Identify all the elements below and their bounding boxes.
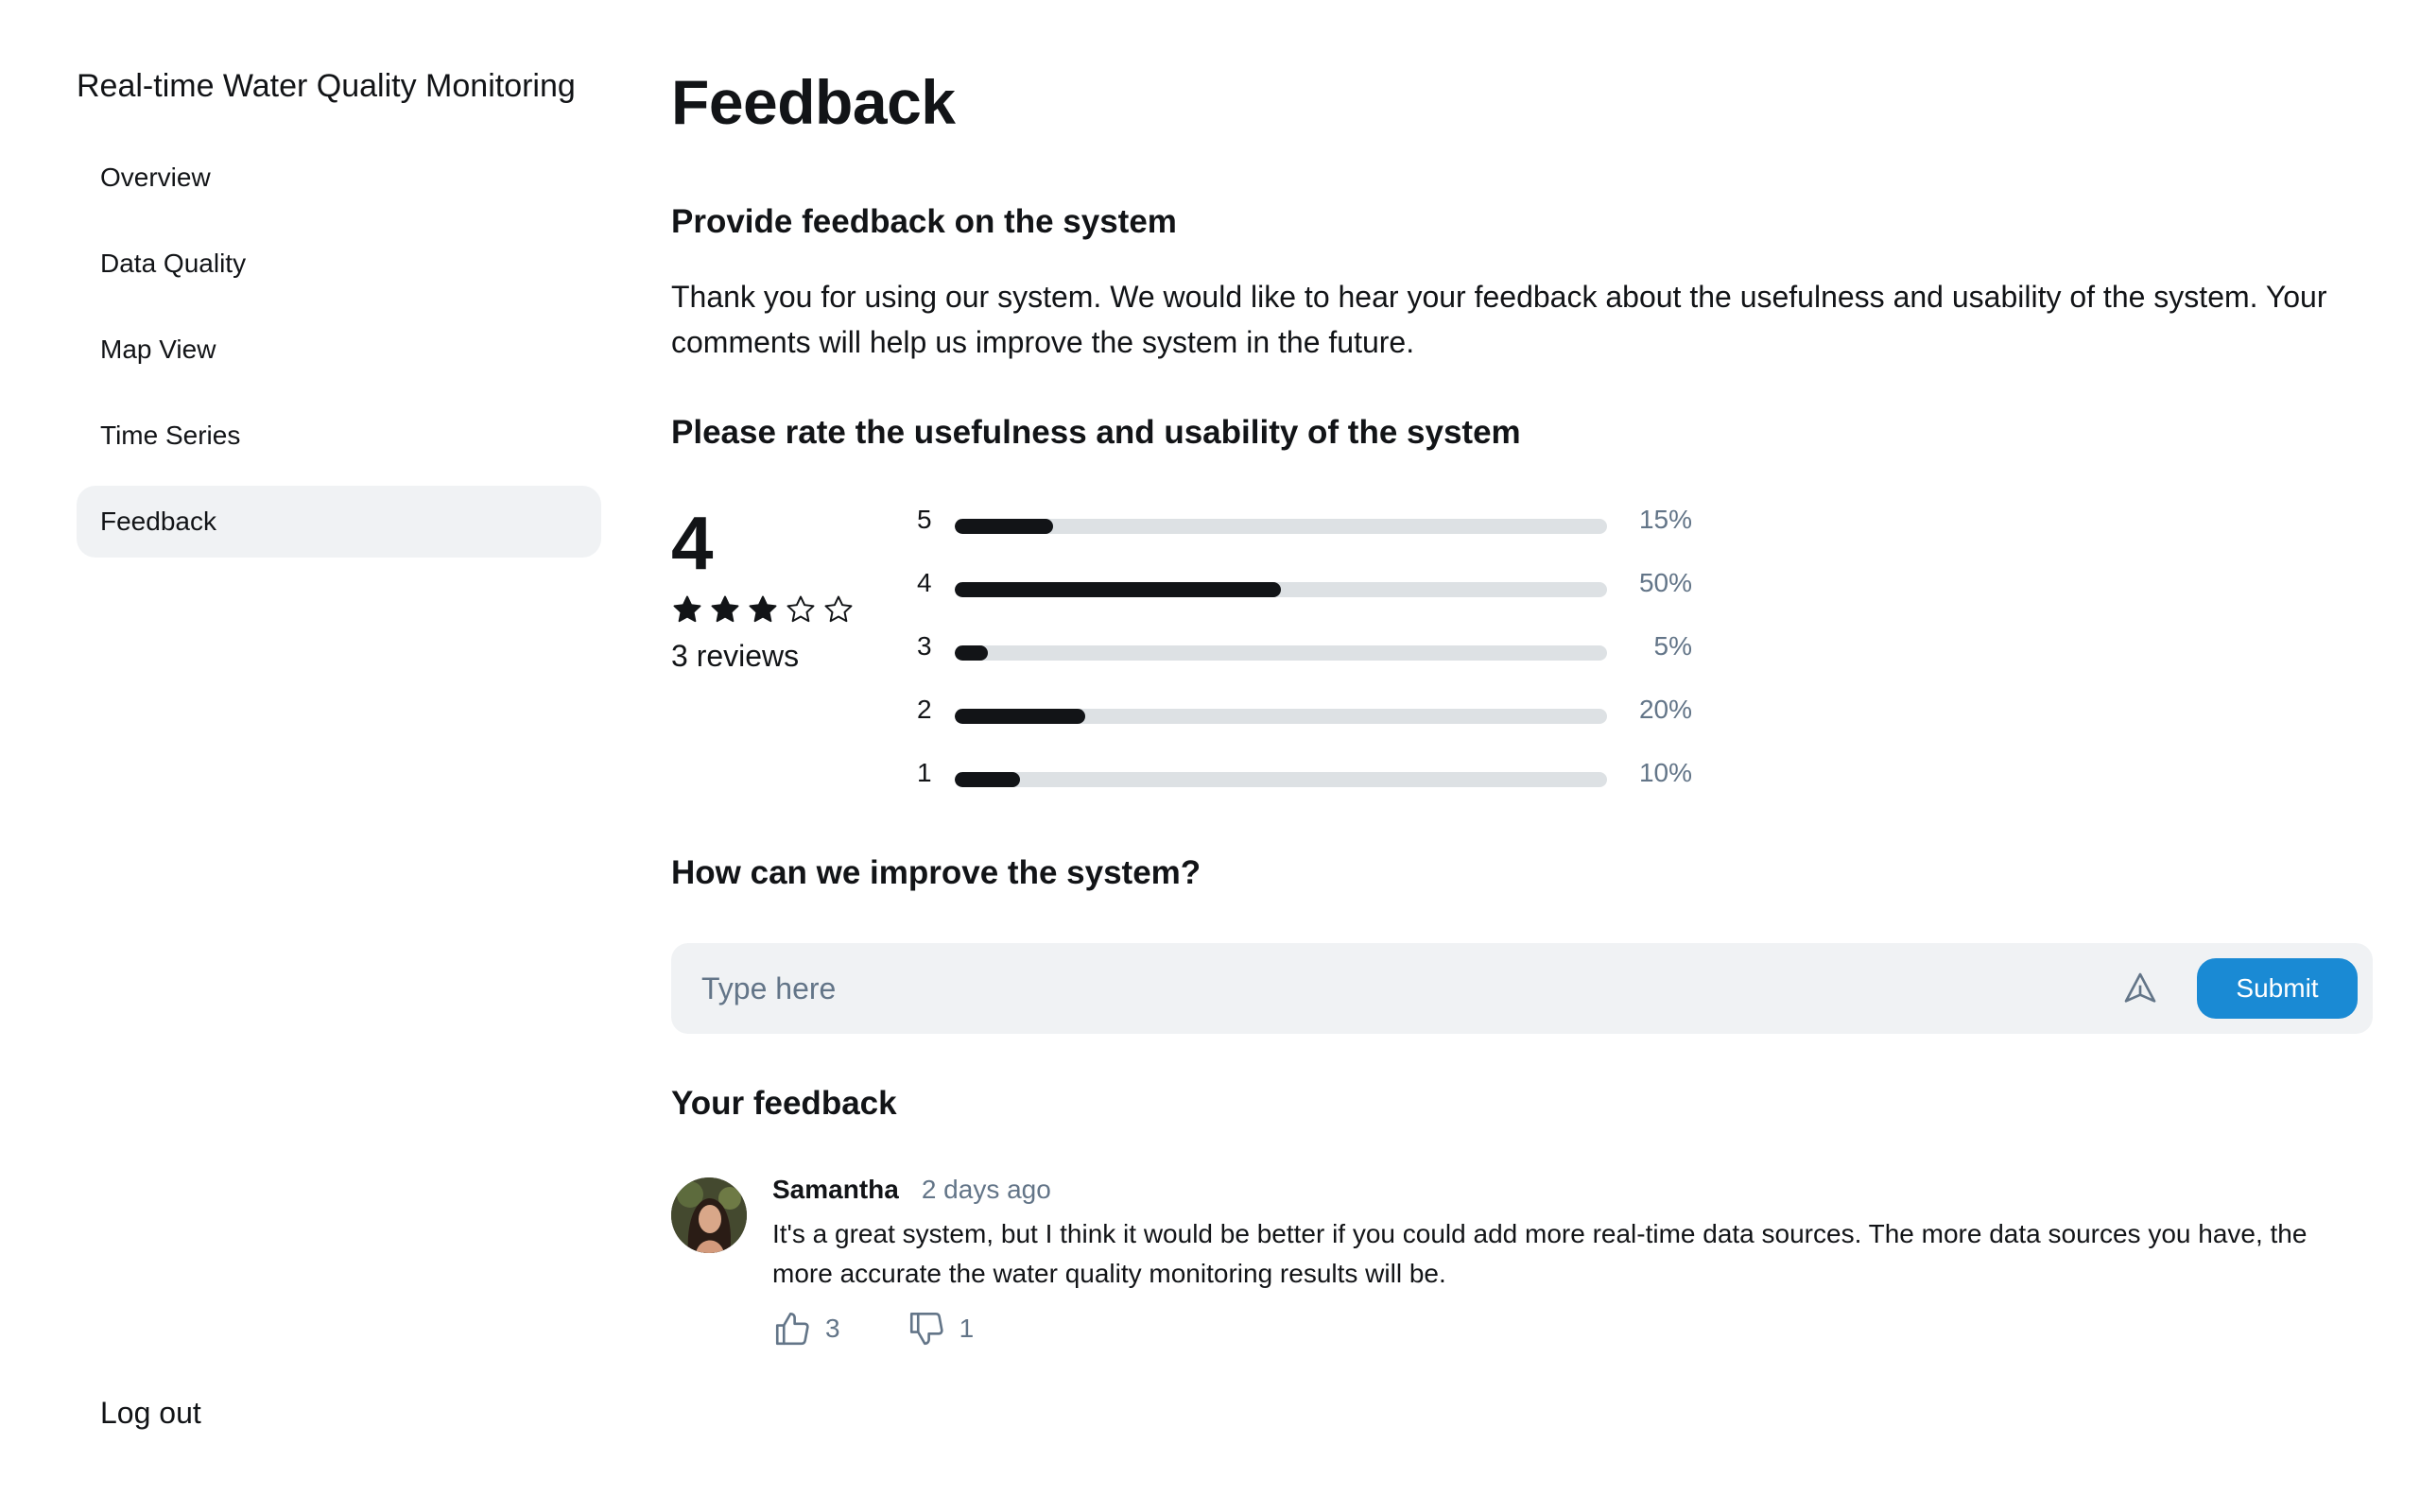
star-filled-icon bbox=[749, 595, 777, 623]
rating-bar-track bbox=[955, 772, 1607, 787]
rating-row: 1 10% bbox=[917, 754, 1692, 817]
rating-row-label: 5 bbox=[917, 505, 932, 534]
comment-text: It's a great system, but I think it woul… bbox=[772, 1219, 2308, 1288]
avatar bbox=[671, 1177, 747, 1253]
comment-timestamp: 2 days ago bbox=[921, 1175, 1051, 1204]
rating-row-label: 1 bbox=[917, 758, 932, 787]
star-filled-icon bbox=[673, 595, 701, 623]
rating-row-percent: 50% bbox=[1638, 568, 1692, 597]
star-outline-icon bbox=[824, 595, 853, 623]
improve-heading: How can we improve the system? bbox=[671, 854, 1201, 891]
comment-author: Samantha bbox=[772, 1175, 899, 1204]
rating-row: 4 50% bbox=[917, 564, 1692, 627]
sidebar-item-feedback[interactable]: Feedback bbox=[77, 486, 601, 558]
comment-header: Samantha 2 days ago bbox=[772, 1175, 2373, 1212]
like-count: 3 bbox=[825, 1314, 840, 1343]
app-title: Real-time Water Quality Monitoring bbox=[77, 68, 576, 104]
rate-heading: Please rate the usefulness and usability… bbox=[671, 414, 1521, 451]
dislike-button[interactable]: 1 bbox=[907, 1309, 975, 1349]
intro-text: Thank you for using our system. We would… bbox=[671, 280, 2327, 359]
feedback-input-container: Submit bbox=[671, 943, 2373, 1034]
rating-row-percent: 15% bbox=[1638, 505, 1692, 534]
rating-breakdown: 5 15% 4 50% 3 5% 2 20% 1 10% bbox=[917, 501, 1692, 817]
rating-row-percent: 5% bbox=[1653, 631, 1692, 661]
sidebar-item-map-view[interactable]: Map View bbox=[77, 314, 601, 386]
rating-row-percent: 10% bbox=[1638, 758, 1692, 787]
star-rating bbox=[671, 593, 898, 626]
logout-link[interactable]: Log out bbox=[100, 1396, 201, 1431]
rating-summary: 4 3 reviews bbox=[671, 501, 898, 674]
rating-bar-track bbox=[955, 645, 1607, 661]
rating-bar-track bbox=[955, 519, 1607, 534]
sidebar-nav: Overview Data Quality Map View Time Seri… bbox=[77, 142, 601, 572]
rating-bar-fill bbox=[955, 582, 1281, 597]
comment-reactions: 3 1 bbox=[772, 1309, 2373, 1349]
rating-row-percent: 20% bbox=[1638, 695, 1692, 724]
average-rating: 4 bbox=[671, 501, 714, 585]
rating-row-label: 3 bbox=[917, 631, 932, 661]
thumbs-up-icon bbox=[775, 1312, 809, 1346]
rating-row-label: 2 bbox=[917, 695, 932, 724]
reviews-count: 3 reviews bbox=[671, 639, 800, 673]
provide-feedback-heading: Provide feedback on the system bbox=[671, 203, 1177, 240]
rating-bar-fill bbox=[955, 709, 1085, 724]
comment-body: Samantha 2 days ago It's a great system,… bbox=[772, 1175, 2373, 1349]
rating-row-label: 4 bbox=[917, 568, 932, 597]
rating-row: 3 5% bbox=[917, 627, 1692, 691]
your-feedback-heading: Your feedback bbox=[671, 1085, 897, 1122]
rating-row: 2 20% bbox=[917, 691, 1692, 754]
sidebar-item-time-series[interactable]: Time Series bbox=[77, 400, 601, 472]
rating-bar-fill bbox=[955, 772, 1020, 787]
rating-bar-fill bbox=[955, 645, 988, 661]
like-button[interactable]: 3 bbox=[772, 1309, 840, 1349]
rating-bar-track bbox=[955, 709, 1607, 724]
sidebar-item-overview[interactable]: Overview bbox=[77, 142, 601, 214]
page-title: Feedback bbox=[671, 67, 956, 137]
rating-bar-fill bbox=[955, 519, 1053, 534]
submit-button[interactable]: Submit bbox=[2197, 958, 2358, 1019]
send-icon[interactable] bbox=[2119, 968, 2161, 1009]
star-outline-icon bbox=[786, 595, 815, 623]
rating-row: 5 15% bbox=[917, 501, 1692, 564]
star-filled-icon bbox=[711, 595, 739, 623]
rating-bar-track bbox=[955, 582, 1607, 597]
dislike-count: 1 bbox=[959, 1314, 975, 1343]
feedback-input[interactable] bbox=[671, 943, 2119, 1034]
sidebar-item-data-quality[interactable]: Data Quality bbox=[77, 228, 601, 300]
sidebar: Real-time Water Quality Monitoring Overv… bbox=[0, 0, 643, 1512]
thumbs-down-icon bbox=[909, 1312, 943, 1346]
